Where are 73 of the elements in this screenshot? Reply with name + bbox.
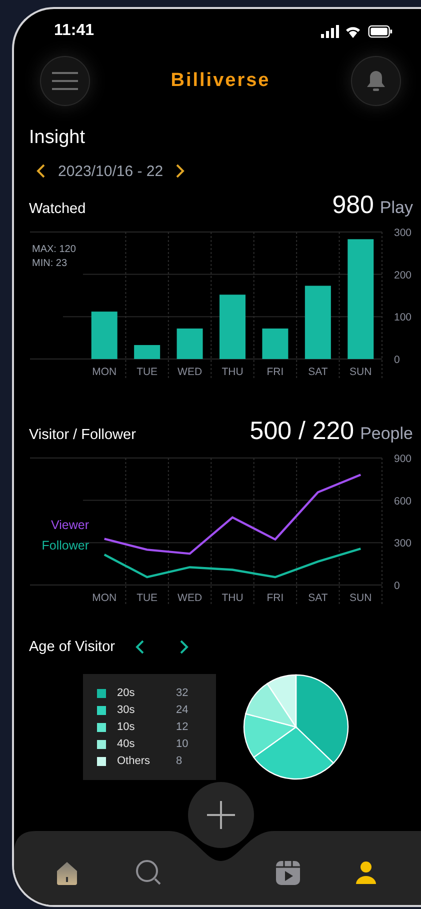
axis-tick-label: 900 [394,453,412,465]
axis-tick-label: WED [178,592,202,604]
notification-button[interactable] [351,56,401,106]
total-value: 980 [332,191,374,220]
chart-note: MAX: 120 [32,244,76,255]
bar [91,312,118,359]
axis-tick-label: FRI [266,592,284,604]
legend-value: 8 [176,755,182,767]
legend-label: 40s [117,738,136,750]
legend-label: 10s [117,721,136,733]
axis-tick-label: 200 [394,269,412,282]
axis-tick-label: MON [92,366,117,378]
app-title: Billiverse [170,70,270,92]
chart-note: MIN: 23 [32,258,68,269]
battery-icon [367,24,393,38]
section-title: Watched [29,201,86,217]
profile-icon [355,861,377,885]
bar [176,328,203,359]
series-label: Viewer [51,518,89,532]
section-title: Visitor / Follower [29,427,136,443]
legend-label: 20s [117,687,136,699]
wifi-icon [345,24,361,38]
total-unit: People [360,424,413,444]
plus-icon [207,801,235,829]
axis-tick-label: THU [222,366,244,378]
axis-tick-label: TUE [136,592,158,604]
bell-icon [366,70,386,92]
chevron-left-icon [134,639,145,655]
date-range: 2023/10/16 - 22 [58,162,164,180]
axis-tick-label: 300 [394,538,412,550]
axis-tick-label: SUN [350,366,372,378]
series-label: Follower [42,538,89,553]
axis-tick-label: TUE [136,366,158,378]
axis-tick-label: THU [222,592,244,604]
legend-value: 10 [176,738,188,750]
video-tab[interactable] [275,860,301,886]
section-title: Age of Visitor [29,639,115,655]
signal-icon [321,24,339,38]
chevron-right-icon [175,163,186,179]
total-value: 500 / 220 [250,417,354,446]
axis-tick-label: WED [178,366,202,378]
home-icon [54,860,80,886]
status-time: 11:41 [54,22,94,40]
legend-value: 12 [176,721,188,733]
axis-tick-label: 100 [394,312,412,324]
chevron-left-icon [36,163,46,179]
axis-tick-label: 0 [394,354,400,366]
search-icon [135,859,163,887]
axis-tick-label: 0 [394,580,400,592]
axis-tick-label: FRI [266,366,284,378]
legend-label: Others [117,755,152,767]
video-icon [275,860,301,886]
profile-tab[interactable] [355,861,377,885]
search-tab[interactable] [135,859,163,887]
home-tab[interactable] [54,860,80,886]
axis-tick-label: SUN [350,592,372,604]
menu-icon [52,72,78,90]
menu-button[interactable] [40,56,90,106]
axis-tick-label: 600 [394,495,412,508]
bar [220,294,246,359]
chevron-right-icon [178,639,189,655]
legend-label: 30s [117,704,136,716]
axis-tick-label: 300 [394,227,412,239]
bar [134,345,160,359]
add-button[interactable] [188,782,254,848]
axis-tick-label: SAT [308,592,328,604]
bar [262,328,288,359]
total-unit: Play [380,198,413,218]
legend-value: 24 [176,704,188,716]
axis-tick-label: MON [92,592,117,604]
axis-tick-label: SAT [308,366,328,378]
page-title: Insight [29,127,86,149]
legend-value: 32 [176,687,188,699]
